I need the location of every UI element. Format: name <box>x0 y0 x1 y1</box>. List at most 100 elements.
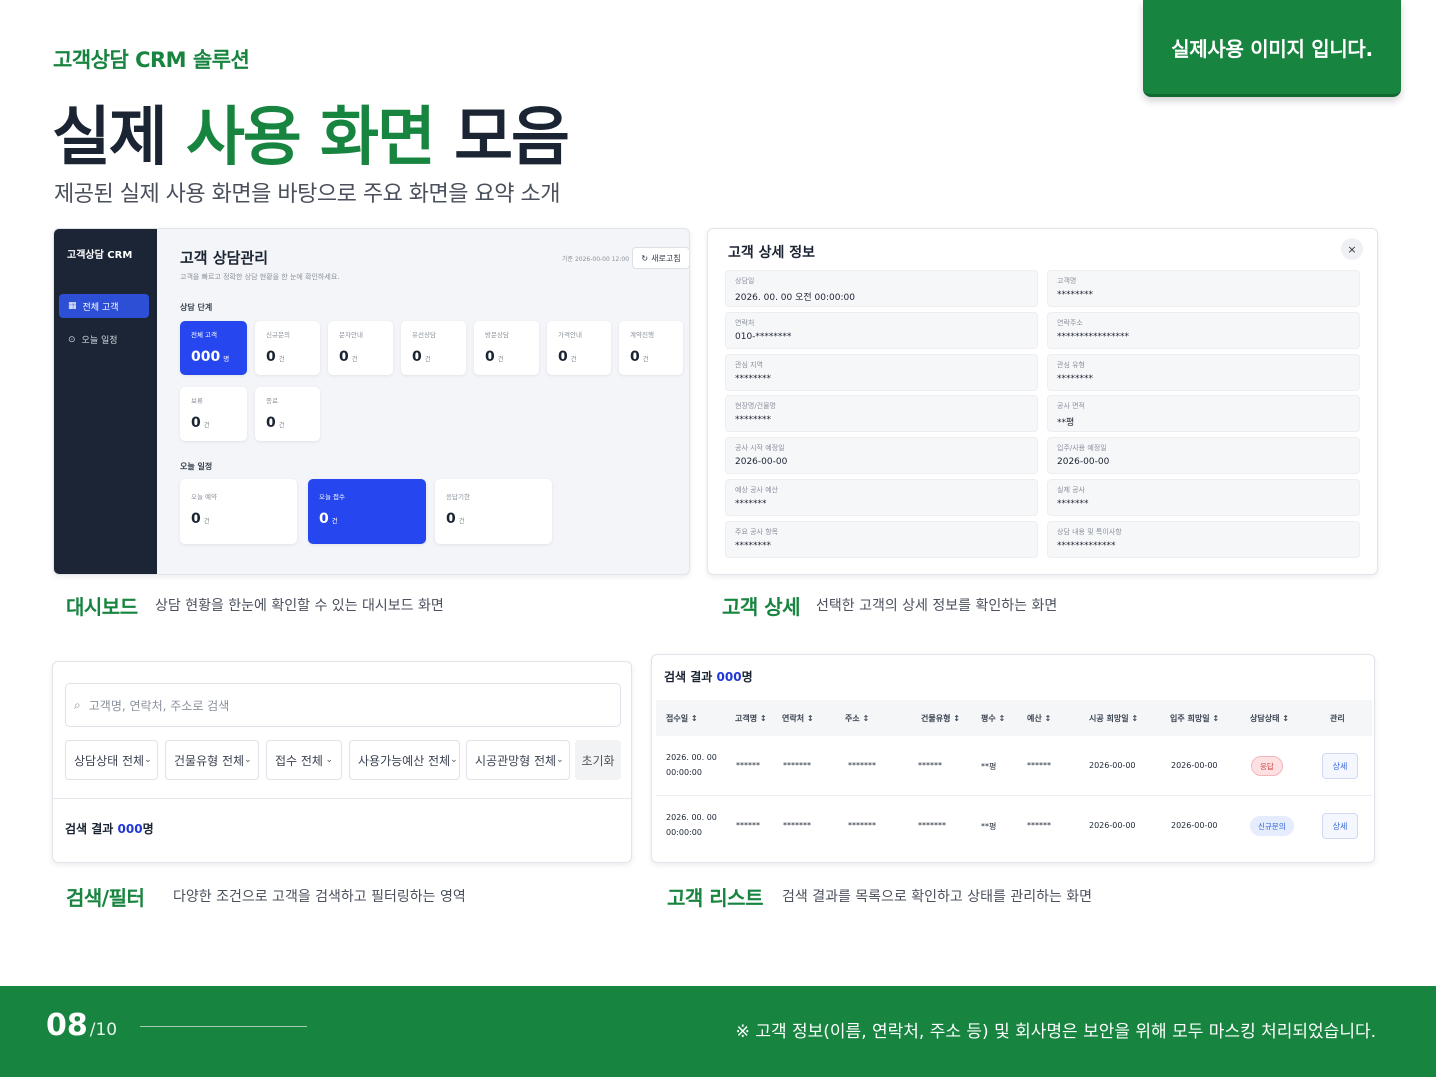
real-image-badge: 실제사용 이미지 입니다. <box>1143 0 1401 97</box>
detail-field-value: 2026. 00. 00 오전 00:00:00 <box>735 293 855 303</box>
stage-section-label: 상담 단계 <box>180 303 213 312</box>
detail-field: 현장명/건물명 ******** <box>725 395 1038 433</box>
caption-dashboard-desc: 상담 현황을 한눈에 확인할 수 있는 대시보드 화면 <box>155 598 444 614</box>
search-filter-screenshot: ⌕ 고객명, 연락처, 주소로 검색 상담상태 전체 ⌄ 건물유형 전체 ⌄ 접수 … <box>52 661 632 863</box>
column-header-start[interactable]: 시공 희망일 ↕ <box>1089 713 1138 724</box>
detail-field-value: ******** <box>735 373 771 384</box>
title-part-2: 사용 화면 <box>186 101 436 175</box>
divider <box>140 1026 307 1027</box>
cell-area: **평 <box>981 762 997 771</box>
refresh-label: 새로고침 <box>651 253 681 263</box>
cell-type: ****** <box>918 761 942 770</box>
detail-field-value: ************* <box>1057 540 1116 551</box>
detail-field-label: 주요 공사 항목 <box>735 527 779 536</box>
detail-field: 실제 공사 ******* <box>1047 479 1360 516</box>
column-header-building[interactable]: 건물유형 ↕ <box>921 713 960 724</box>
search-input[interactable]: ⌕ 고객명, 연락처, 주소로 검색 <box>65 683 621 727</box>
detail-field: 입주/사용 예정일 2026-00-00 <box>1047 437 1360 475</box>
detail-field-label: 예상 공사 예산 <box>735 486 779 494</box>
sidebar-item-today-schedule[interactable]: ⊙ 오늘 일정 <box>68 333 118 347</box>
cell-date: 2026. 00. 00 <box>666 753 717 762</box>
detail-field-value: ******** <box>735 540 771 551</box>
stage-card-visit[interactable]: 방문상담 0건 <box>474 321 539 375</box>
table-row[interactable]: 2026. 00. 00 00:00:00 ****** ******* *******… <box>652 796 1374 856</box>
stage-card-contract[interactable]: 계약진행 0건 <box>619 321 683 375</box>
dashboard-timestamp: 기준 2026-00-00 12:00 <box>562 256 630 263</box>
page-indicator: 08/10 <box>46 1008 118 1043</box>
stage-card-all[interactable]: 전체 고객 000 명 <box>180 321 247 375</box>
detail-field-label: 고객명 <box>1057 277 1077 285</box>
detail-field-value: ******* <box>735 499 767 509</box>
detail-field-value: 2026-00-00 <box>735 457 788 468</box>
filter-received-select[interactable]: 접수 전체 ⌄ <box>266 740 342 780</box>
filter-building-select[interactable]: 건물유형 전체 ⌄ <box>165 740 259 780</box>
refresh-icon: ↻ <box>641 253 649 263</box>
today-card-reservation[interactable]: 오늘 예약 0건 <box>180 479 297 544</box>
stage-card-closed[interactable]: 종료 0건 <box>255 387 320 441</box>
sidebar-item-all-customers[interactable]: ▦ 전체 고객 <box>59 294 149 318</box>
stage-card-value: 0건 <box>339 349 358 365</box>
column-header-phone[interactable]: 연락처 ↕ <box>782 713 814 724</box>
detail-title: 고객 상세 정보 <box>728 245 816 261</box>
table-header: 접수일 ↕ 고객명 ↕ 연락처 ↕ 주소 ↕ 건물유형 ↕ 평수 ↕ 예산 ↕ … <box>656 700 1372 736</box>
sidebar-brand: 고객상담 CRM <box>67 250 133 261</box>
column-header-area[interactable]: 평수 ↕ <box>981 713 1005 724</box>
cell-move: 2026-00-00 <box>1171 821 1218 830</box>
detail-field-value: 2026-00-00 <box>1057 457 1110 468</box>
stage-card-hold[interactable]: 보류 0건 <box>180 387 247 441</box>
cell-type: ******* <box>918 821 946 830</box>
stage-card-label: 유선상담 <box>412 331 436 339</box>
detail-field: 공사 면적 **평 <box>1047 395 1360 433</box>
page-title: 실제 사용 화면 모음 <box>52 86 570 178</box>
clock-icon: ⊙ <box>68 334 76 345</box>
stage-card-price[interactable]: 가격안내 0건 <box>547 321 611 375</box>
detail-button[interactable]: 상세 <box>1322 753 1358 779</box>
detail-field-label: 공사 면적 <box>1057 402 1085 411</box>
column-header-move[interactable]: 입주 희망일 ↕ <box>1170 713 1219 724</box>
filter-budget-select[interactable]: 사용가능예산 전체 ⌄ <box>349 740 460 780</box>
column-header-date[interactable]: 접수일 ↕ <box>666 713 698 724</box>
detail-field-value: ******* <box>1057 499 1089 509</box>
stage-card-label: 방문상담 <box>485 331 509 339</box>
detail-field-label: 현장명/건물명 <box>735 402 776 411</box>
reset-button[interactable]: 초기화 <box>575 740 621 780</box>
stage-card-sms[interactable]: 문자안내 0건 <box>328 321 393 375</box>
filter-construction-select[interactable]: 시공관망형 전체 ⌄ <box>466 740 570 780</box>
detail-field-label: 입주/사용 예정일 <box>1057 444 1107 453</box>
stage-card-label: 종료 <box>266 397 278 405</box>
today-card-deadline[interactable]: 응답기한 0건 <box>435 479 552 544</box>
dashboard-title: 고객 상담관리 <box>180 249 269 267</box>
detail-field-label: 실제 공사 <box>1057 486 1085 494</box>
detail-field-label: 관심 유형 <box>1057 360 1085 369</box>
column-header-address[interactable]: 주소 ↕ <box>845 713 869 724</box>
column-header-budget[interactable]: 예산 ↕ <box>1027 713 1051 724</box>
stage-card-value: 0건 <box>558 349 577 365</box>
dashboard-description: 고객을 빠르고 정확한 상담 현황을 한 눈에 확인하세요. <box>180 273 340 281</box>
refresh-button[interactable]: ↻ 새로고침 <box>632 247 689 269</box>
caption-detail-desc: 선택한 고객의 상세 정보를 확인하는 화면 <box>816 598 1058 614</box>
column-header-name[interactable]: 고객명 ↕ <box>735 713 767 724</box>
close-icon[interactable]: × <box>1341 238 1363 260</box>
search-placeholder: 고객명, 연락처, 주소로 검색 <box>88 698 230 713</box>
today-card-value: 0건 <box>446 511 465 527</box>
cell-addr: ******* <box>848 821 876 830</box>
table-row[interactable]: 2026. 00. 00 00:00:00 ****** ******* *******… <box>652 736 1374 796</box>
column-header-status[interactable]: 상담상태 ↕ <box>1250 713 1289 724</box>
footer-note: ※ 고객 정보(이름, 연락처, 주소 등) 및 회사명은 보안을 위해 모두 … <box>735 1022 1376 1042</box>
today-section-label: 오늘 일정 <box>180 462 213 471</box>
stage-card-value: 0건 <box>266 415 285 431</box>
filter-status-select[interactable]: 상담상태 전체 ⌄ <box>65 740 158 780</box>
today-card-received[interactable]: 오늘 접수 0건 <box>308 479 426 544</box>
footer-bar: 08/10 ※ 고객 정보(이름, 연락처, 주소 등) 및 회사명은 보안을 … <box>0 986 1436 1077</box>
today-card-label: 응답기한 <box>446 493 470 501</box>
search-icon: ⌕ <box>74 697 81 712</box>
stage-card-phone[interactable]: 유선상담 0건 <box>401 321 466 375</box>
column-header-manage: 관리 <box>1330 714 1345 723</box>
detail-field-value: ******** <box>1057 290 1093 300</box>
customer-detail-screenshot: 고객 상세 정보 × 상담일 2026. 00. 00 오전 00:00:00 고객… <box>707 228 1378 575</box>
detail-field-label: 관심 지역 <box>735 360 763 369</box>
stage-card-new[interactable]: 신규문의 0건 <box>255 321 320 375</box>
stage-card-value: 0건 <box>191 415 210 431</box>
cell-move: 2026-00-00 <box>1171 761 1218 770</box>
detail-button[interactable]: 상세 <box>1322 813 1358 839</box>
